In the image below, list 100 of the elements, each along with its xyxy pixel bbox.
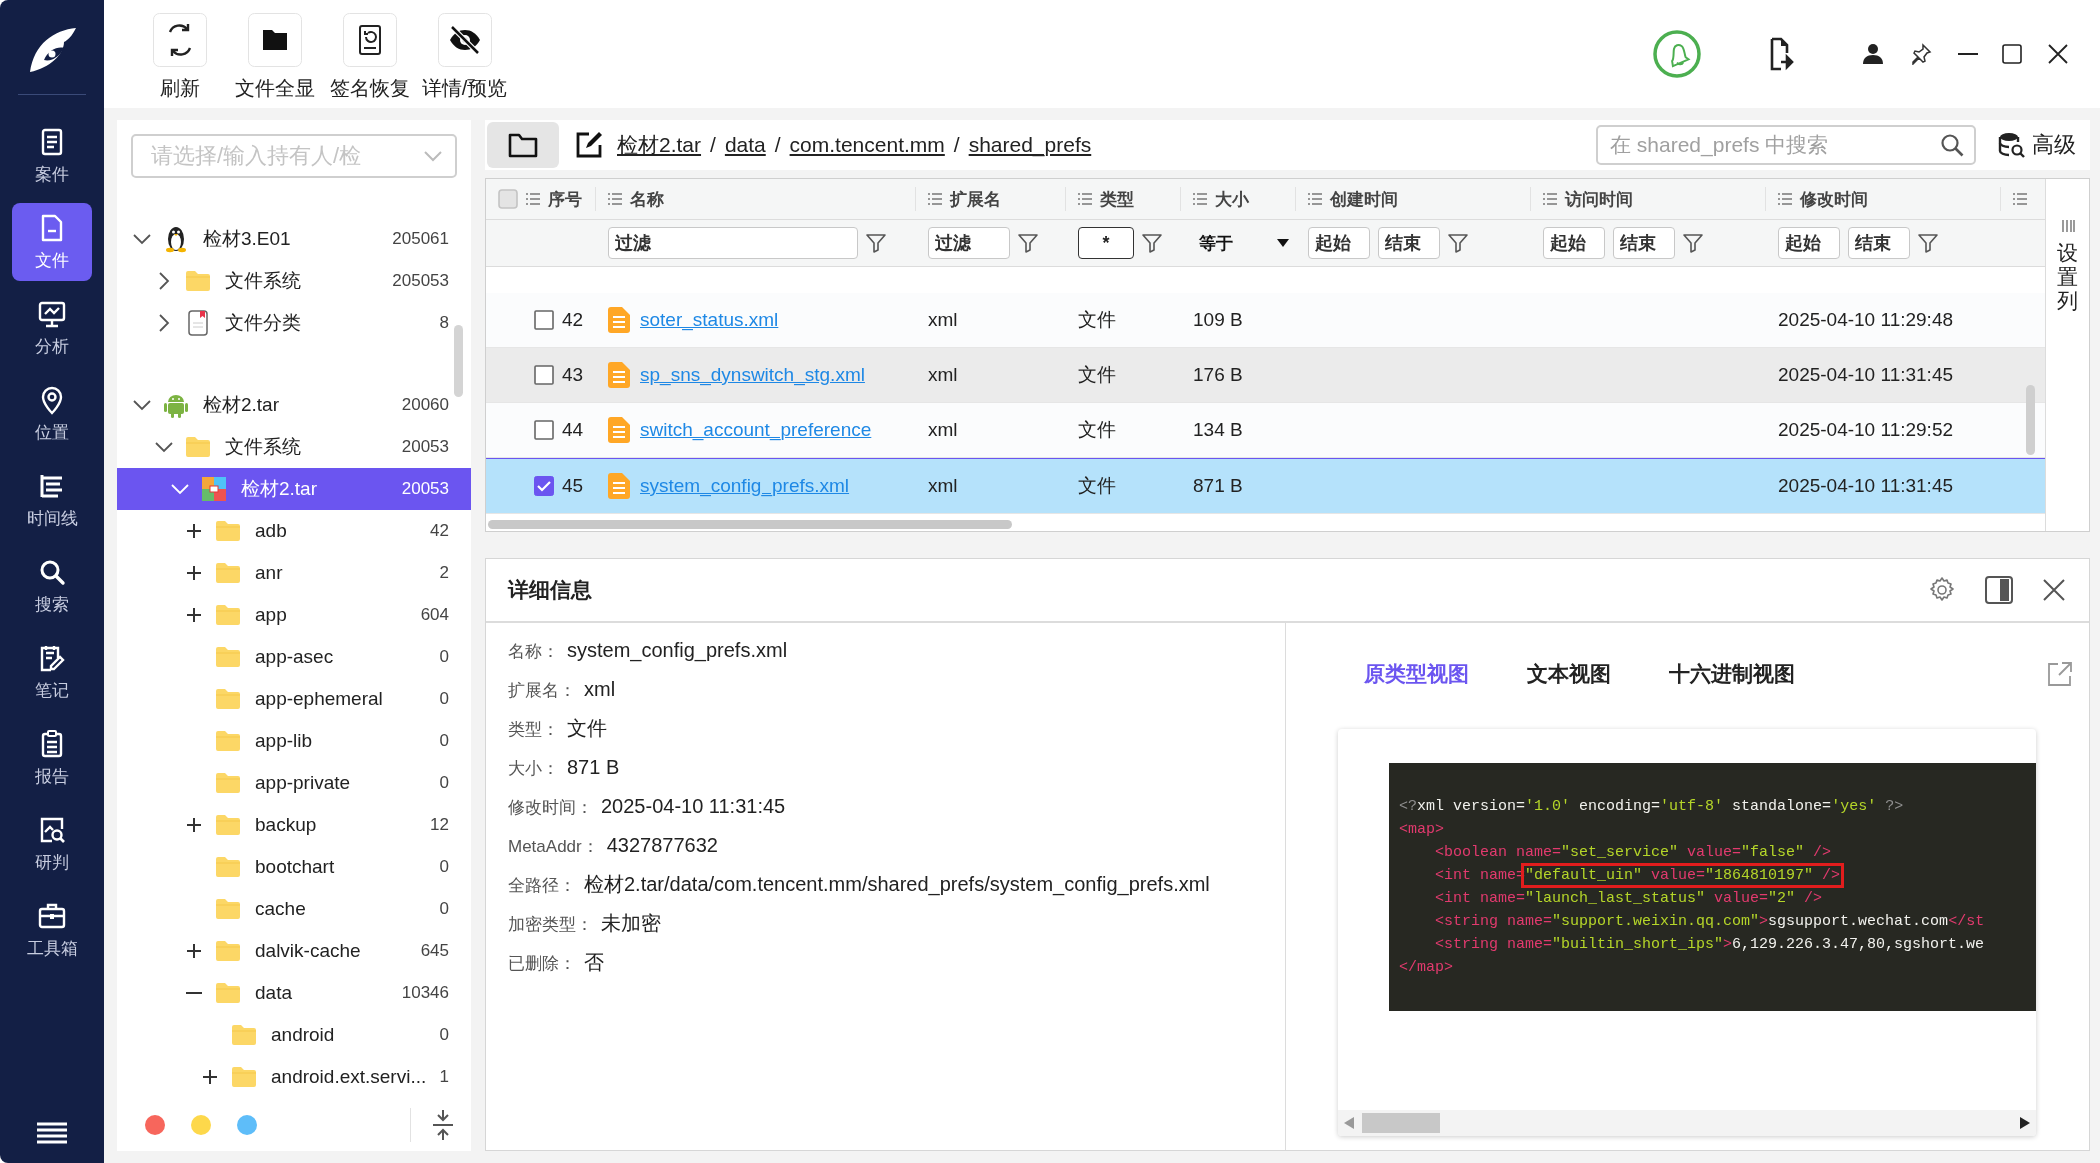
view-tab[interactable]: 文本视图 <box>1527 660 1611 688</box>
table-cell-text: 134 B <box>1192 419 1244 441</box>
folder-icon <box>215 898 241 920</box>
file-link[interactable]: switch_account_preference <box>640 419 872 441</box>
nav-item[interactable]: 笔记 <box>12 633 92 711</box>
tree-label: bootchart <box>255 856 335 878</box>
collapse-button[interactable] <box>431 1109 455 1141</box>
view-tab[interactable]: 十六进制视图 <box>1669 660 1795 688</box>
panel-layout-button[interactable] <box>1985 576 2013 604</box>
column-header[interactable]: 修改时间 <box>1766 187 2001 211</box>
checkbox[interactable] <box>534 365 554 385</box>
close-button[interactable] <box>2043 579 2065 601</box>
folder-button[interactable] <box>487 122 559 168</box>
tree-item[interactable]: 文件分类 8 <box>117 302 471 344</box>
filter-field[interactable]: 结束 <box>1613 227 1675 259</box>
filter-field[interactable]: 起始 <box>1778 227 1840 259</box>
filter-field[interactable]: 结束 <box>1848 227 1910 259</box>
filter-field[interactable]: 过滤 <box>608 227 858 259</box>
item-count: 12 <box>429 815 449 835</box>
nav-item[interactable]: 工具箱 <box>12 891 92 969</box>
file-link[interactable]: soter_status.xml <box>640 309 779 331</box>
nav-item[interactable]: 分析 <box>12 289 92 367</box>
toolbar-button[interactable]: 刷新 <box>132 13 227 102</box>
table-row[interactable]: 43 sp_sns_dynswitch_stg.xml xml 文件 176 B 2025-04-10 11:31:45 <box>486 348 2045 403</box>
item-count: 0 <box>438 689 449 709</box>
nav-item[interactable]: 研判 <box>12 805 92 883</box>
breadcrumb-link[interactable]: 检材2.tar <box>617 131 702 159</box>
field-label: 已删除： <box>508 954 576 973</box>
checkbox[interactable] <box>498 189 518 209</box>
nav-item[interactable]: 文件 <box>12 203 92 281</box>
tree-label: 文件系统 <box>225 269 301 293</box>
toolbar-button[interactable]: 文件全显 <box>227 13 322 102</box>
user-button[interactable] <box>1862 43 1884 65</box>
tree-item[interactable]: anr 2 <box>117 552 471 594</box>
checkbox-checked[interactable] <box>534 476 554 496</box>
breadcrumb-link[interactable]: shared_prefs <box>968 133 1092 157</box>
filter-field[interactable]: * <box>1078 227 1134 259</box>
tree-item[interactable]: backup 12 <box>117 804 471 846</box>
filter-field[interactable]: 过滤 <box>928 227 1010 259</box>
filter-field[interactable]: 起始 <box>1308 227 1370 259</box>
tree-item[interactable]: cache 0 <box>117 888 471 930</box>
tree-item[interactable]: 文件系统 20053 <box>117 426 471 468</box>
notification-button[interactable] <box>1652 29 1702 79</box>
tree-item[interactable]: app-private 0 <box>117 762 471 804</box>
tree-item[interactable]: bootchart 0 <box>117 846 471 888</box>
tree-item[interactable]: 检材2.tar 20060 <box>117 384 471 426</box>
table-row[interactable]: 45 system_config_prefs.xml xml 文件 871 B 2025-04-10 11:31:45 <box>486 458 2045 514</box>
checkbox[interactable] <box>534 310 554 330</box>
maximize-icon <box>2002 44 2022 64</box>
tree-item[interactable]: app 604 <box>117 594 471 636</box>
item-count: 2 <box>438 563 449 583</box>
tree-item[interactable]: android 0 <box>117 1014 471 1056</box>
breadcrumb-link[interactable]: com.tencent.mm <box>789 133 945 157</box>
maximize-button[interactable] <box>2002 44 2022 64</box>
column-header[interactable]: 类型 <box>1066 187 1181 211</box>
breadcrumb-link[interactable]: data <box>724 133 766 157</box>
edit-button[interactable] <box>575 131 603 159</box>
open-external-button[interactable] <box>2047 661 2073 687</box>
scroll-right-icon <box>2020 1117 2030 1129</box>
filter-field[interactable]: 起始 <box>1543 227 1605 259</box>
tree-item[interactable]: app-lib 0 <box>117 720 471 762</box>
toolbar-button[interactable]: 签名恢复 <box>322 13 417 102</box>
tree-item[interactable]: android.ext.servi... 1 <box>117 1056 471 1098</box>
view-tab[interactable]: 原类型视图 <box>1364 660 1469 688</box>
checkbox[interactable] <box>534 420 554 440</box>
column-header[interactable]: 大小 <box>1181 187 1296 211</box>
filter-field[interactable]: 结束 <box>1378 227 1440 259</box>
column-header[interactable]: 名称 <box>596 187 916 211</box>
pin-button[interactable] <box>1910 43 1932 65</box>
penguin-icon <box>164 225 188 253</box>
tree-item[interactable]: 检材2.tar 20053 <box>117 468 471 510</box>
settings-button[interactable] <box>1929 577 1955 603</box>
toolbar-button[interactable]: 详情/预览 <box>417 13 512 102</box>
close-button[interactable] <box>2048 44 2068 64</box>
tree-item[interactable]: app-asec 0 <box>117 636 471 678</box>
code-line: <int name="launch_last_status" value="2" /> <box>1434 889 1823 909</box>
tree-item[interactable]: 文件系统 205053 <box>117 260 471 302</box>
tree-item[interactable]: data 10346 <box>117 972 471 1014</box>
tree-item[interactable]: adb 42 <box>117 510 471 552</box>
tree-label: 文件系统 <box>225 435 301 459</box>
column-header[interactable]: 序号 <box>486 187 596 211</box>
nav-item[interactable]: 案件 <box>12 117 92 195</box>
tree-item[interactable]: app-ephemeral 0 <box>117 678 471 720</box>
advanced-search-button[interactable]: 高级 <box>1998 130 2076 160</box>
match-dropdown[interactable]: 等于 <box>1193 231 1293 255</box>
tree-item[interactable]: dalvik-cache 645 <box>117 930 471 972</box>
item-count: 205061 <box>391 229 449 249</box>
column-header[interactable]: 访问时间 <box>1531 187 1766 211</box>
nav-item[interactable]: 报告 <box>12 719 92 797</box>
nav-item[interactable]: 位置 <box>12 375 92 453</box>
column-header[interactable]: 创建时间 <box>1296 187 1531 211</box>
archive-icon <box>202 477 226 501</box>
nav-item[interactable]: 搜索 <box>12 547 92 625</box>
table-row[interactable]: 44 switch_account_preference xml 文件 134 B 2025-04-10 11:29:52 <box>486 403 2045 458</box>
nav-item[interactable]: 时间线 <box>12 461 92 539</box>
tree-item[interactable]: 检材3.E01 205061 <box>117 218 471 260</box>
table-row[interactable]: 42 soter_status.xml xml 文件 109 B 2025-04-10 11:29:48 <box>486 293 2045 348</box>
column-header[interactable]: 扩展名 <box>916 187 1066 211</box>
case-selector[interactable]: 请选择/输入持有人/检 <box>131 134 457 178</box>
search-field[interactable]: 在 shared_prefs 中搜索 <box>1596 125 1976 165</box>
